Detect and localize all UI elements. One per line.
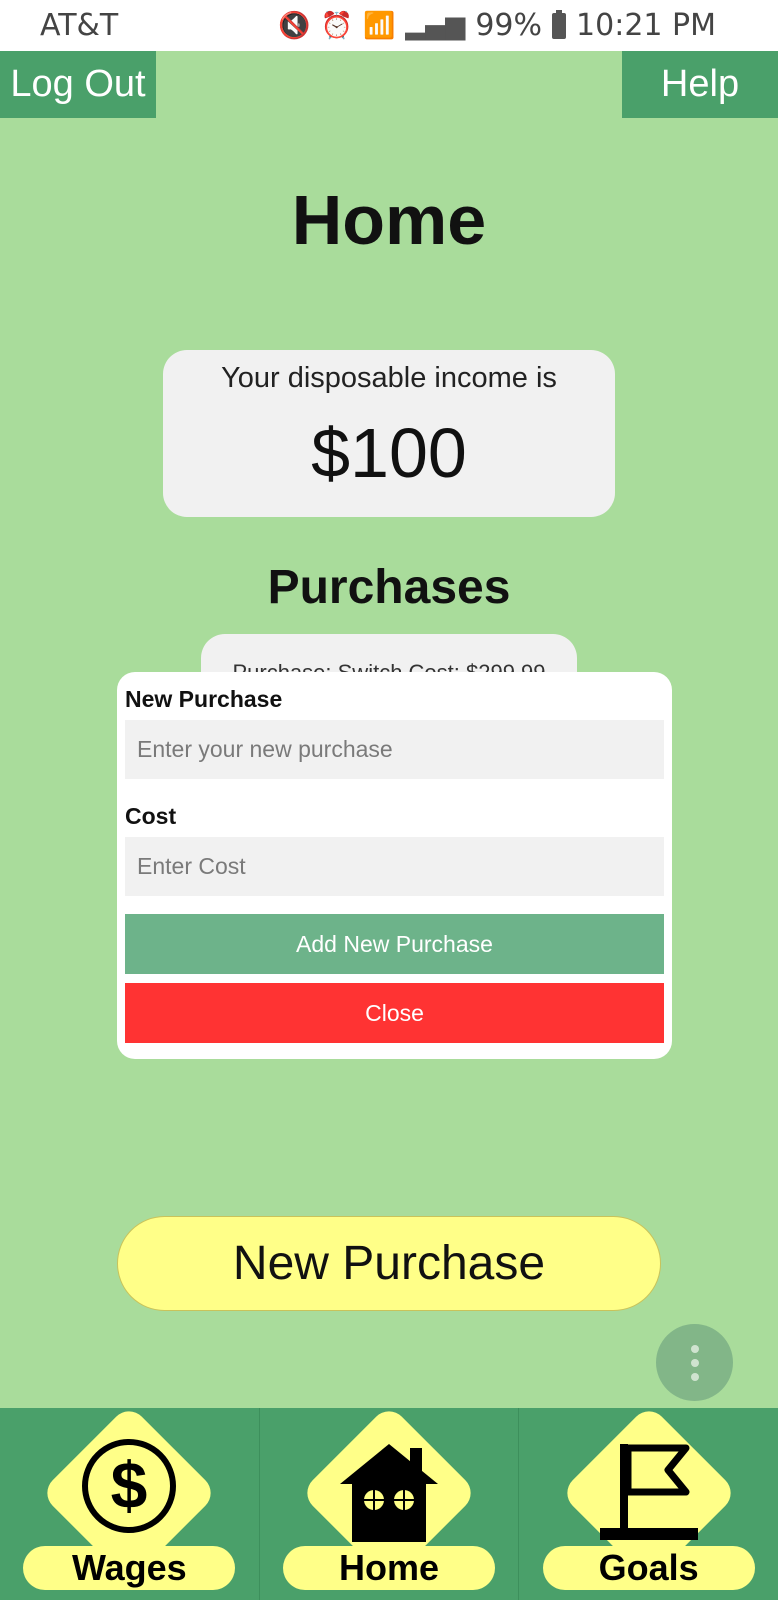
status-bar: AT&T 🔇 ⏰ 📶 ▂▄▆ 99% 10:21 PM: [0, 0, 778, 51]
page-title: Home: [291, 181, 487, 259]
carrier-label: AT&T: [40, 8, 119, 43]
more-options-button[interactable]: [656, 1324, 733, 1401]
signal-icon: ▂▄▆: [405, 10, 466, 41]
add-new-purchase-button[interactable]: Add New Purchase: [125, 914, 664, 974]
wifi-icon: 📶: [362, 10, 396, 41]
tab-goals-label: Goals: [542, 1546, 755, 1590]
battery-percent: 99%: [475, 8, 543, 43]
tab-wages[interactable]: $ Wages: [0, 1403, 260, 1600]
mute-icon: 🔇: [278, 10, 311, 41]
logout-button[interactable]: Log Out: [0, 51, 156, 118]
clock: 10:21 PM: [576, 8, 716, 43]
tab-goals[interactable]: Goals: [519, 1403, 778, 1600]
income-value: $100: [311, 414, 467, 492]
status-icons: 🔇 ⏰ 📶 ▂▄▆ 99% 10:21 PM: [278, 8, 716, 43]
cost-input[interactable]: [125, 837, 664, 896]
new-purchase-button[interactable]: New Purchase: [117, 1216, 661, 1311]
more-vertical-icon: [690, 1344, 699, 1353]
income-card: Your disposable income is $100: [163, 350, 615, 517]
house-icon: [340, 1444, 438, 1542]
purchase-name-label: New Purchase: [125, 686, 283, 712]
close-button[interactable]: Close: [125, 983, 664, 1043]
cost-label: Cost: [125, 803, 177, 829]
battery-icon: [552, 9, 567, 39]
purchase-name-input[interactable]: [125, 720, 664, 779]
tab-home-label: Home: [283, 1546, 495, 1590]
tab-wages-label: Wages: [23, 1546, 236, 1590]
new-purchase-modal: New Purchase Cost Add New Purchase Close: [117, 672, 672, 1059]
alarm-icon: ⏰: [320, 10, 353, 41]
flag-icon: [599, 1444, 698, 1540]
tab-home[interactable]: Home: [260, 1403, 520, 1600]
purchases-title: Purchases: [267, 561, 511, 614]
income-label: Your disposable income is: [221, 362, 557, 394]
bottom-tab-bar: $ Wages Home Goals: [0, 1403, 778, 1600]
dollar-icon: $: [82, 1439, 177, 1533]
help-button[interactable]: Help: [622, 51, 778, 118]
svg-text:$: $: [111, 1448, 148, 1522]
